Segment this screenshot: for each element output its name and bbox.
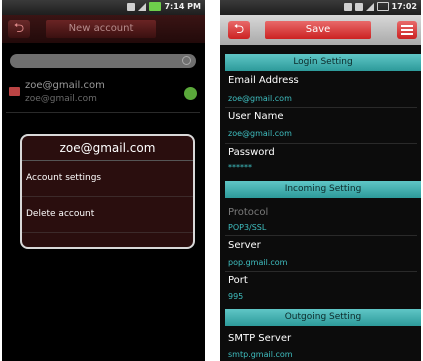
sim-icon: [354, 2, 363, 11]
account-list-item[interactable]: zoe@gmail.com zoe@gmail.com: [7, 79, 202, 109]
back-button[interactable]: ⮌: [228, 21, 250, 39]
status-bar: 7:14 PM: [2, 0, 205, 15]
account-email: zoe@gmail.com: [25, 80, 105, 91]
port-label: Port: [228, 275, 248, 286]
menu-button[interactable]: [397, 21, 417, 39]
right-screen: 17:02 ⮌ Save Login Setting Email Address…: [220, 0, 421, 361]
password-value[interactable]: ******: [228, 163, 252, 172]
left-screen: 7:14 PM ⮌ New account zoe@gmail.com zoe@…: [2, 0, 205, 361]
server-value[interactable]: pop.gmail.com: [228, 258, 287, 267]
protocol-label: Protocol: [228, 207, 269, 218]
save-button[interactable]: Save: [265, 21, 371, 39]
server-label: Server: [228, 240, 261, 251]
back-icon: ⮌: [13, 21, 25, 36]
battery-icon: [149, 2, 162, 11]
password-label: Password: [228, 147, 275, 158]
status-bar: 17:02: [220, 0, 421, 15]
user-name-value[interactable]: zoe@gmail.com: [228, 129, 292, 138]
account-settings-item[interactable]: Account settings: [22, 161, 193, 197]
port-value[interactable]: 995: [228, 292, 243, 301]
account-subtitle: zoe@gmail.com: [25, 94, 97, 104]
new-account-button[interactable]: New account: [46, 20, 156, 38]
user-name-label: User Name: [228, 111, 284, 122]
gps-icon: [343, 2, 352, 11]
top-bar: ⮌ Save: [220, 15, 421, 45]
delete-account-item[interactable]: Delete account: [22, 197, 193, 233]
smtp-server-value[interactable]: smtp.gmail.com: [228, 350, 293, 359]
signal-icon: [365, 2, 374, 11]
smtp-server-label: SMTP Server: [228, 333, 292, 344]
sim-icon: [127, 2, 136, 11]
email-address-label: Email Address: [228, 75, 299, 86]
menu-icon: [401, 25, 413, 27]
search-input[interactable]: [10, 54, 196, 68]
status-time: 7:14 PM: [164, 2, 201, 11]
mail-icon: [9, 87, 20, 96]
incoming-section-header: Incoming Setting: [225, 181, 421, 198]
account-context-menu: zoe@gmail.com Account settings Delete ac…: [20, 134, 195, 249]
protocol-value: POP3/SSL: [228, 223, 267, 232]
top-bar: ⮌ New account: [2, 15, 205, 43]
check-icon: [184, 87, 197, 100]
back-button[interactable]: ⮌: [8, 20, 30, 38]
email-address-value[interactable]: zoe@gmail.com: [228, 94, 292, 103]
signal-icon: [138, 2, 147, 11]
battery-icon: [376, 2, 389, 11]
dialog-title: zoe@gmail.com: [22, 136, 193, 161]
search-icon: [182, 56, 191, 65]
status-time: 17:02: [391, 2, 417, 11]
outgoing-section-header: Outgoing Setting: [225, 309, 421, 326]
login-section-header: Login Setting: [225, 54, 421, 71]
back-icon: ⮌: [233, 22, 245, 37]
divider: [6, 112, 200, 113]
